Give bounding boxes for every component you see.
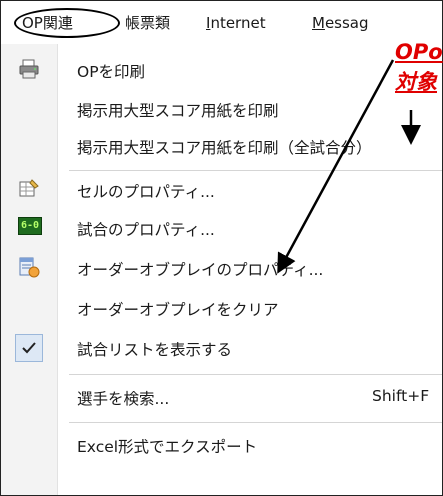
- printer-icon: [18, 58, 40, 80]
- annotation-line-1: OPo: [395, 40, 443, 64]
- menu-item-match-properties[interactable]: 試合のプロパティ...: [77, 218, 215, 240]
- menu-bar: OP関連 帳票類 Internet Messag: [1, 1, 442, 43]
- order-of-play-icon: [18, 256, 40, 278]
- menu-item-clear-order-of-play[interactable]: オーダーオブプレイをクリア: [77, 298, 279, 320]
- menu-item-cell-properties[interactable]: セルのプロパティ...: [77, 180, 215, 202]
- menu-item-search-player[interactable]: 選手を検索...: [77, 387, 169, 409]
- match-properties-icon: 6-0: [18, 217, 42, 235]
- menu-item-show-match-list[interactable]: 試合リストを表示する: [77, 338, 232, 360]
- separator: [69, 374, 442, 375]
- menu-item-print-op[interactable]: OPを印刷: [77, 60, 145, 82]
- separator: [69, 422, 442, 423]
- shortcut-search-player: Shift+F: [372, 387, 430, 405]
- separator: [69, 170, 442, 171]
- menu-reports[interactable]: 帳票類: [125, 14, 170, 32]
- menu-item-export-excel[interactable]: Excel形式でエクスポート: [77, 435, 257, 457]
- cell-properties-icon: [18, 177, 40, 199]
- checkmark-icon: [15, 334, 43, 362]
- menu-item-order-of-play-properties[interactable]: オーダーオブプレイのプロパティ...: [77, 258, 323, 280]
- menu-item-print-large-score-sheet[interactable]: 掲示用大型スコア用紙を印刷: [77, 99, 279, 121]
- icon-column-divider: [57, 44, 58, 495]
- menu-op[interactable]: OP関連: [22, 14, 73, 32]
- menu-message[interactable]: Messag: [312, 14, 369, 32]
- annotation-line-2: 対象: [395, 70, 437, 94]
- menu-internet[interactable]: Internet: [206, 14, 266, 32]
- menu-item-print-large-score-sheet-all[interactable]: 掲示用大型スコア用紙を印刷（全試合分）: [77, 136, 372, 158]
- op-dropdown-menu: OPを印刷 掲示用大型スコア用紙を印刷 掲示用大型スコア用紙を印刷（全試合分） …: [1, 44, 442, 495]
